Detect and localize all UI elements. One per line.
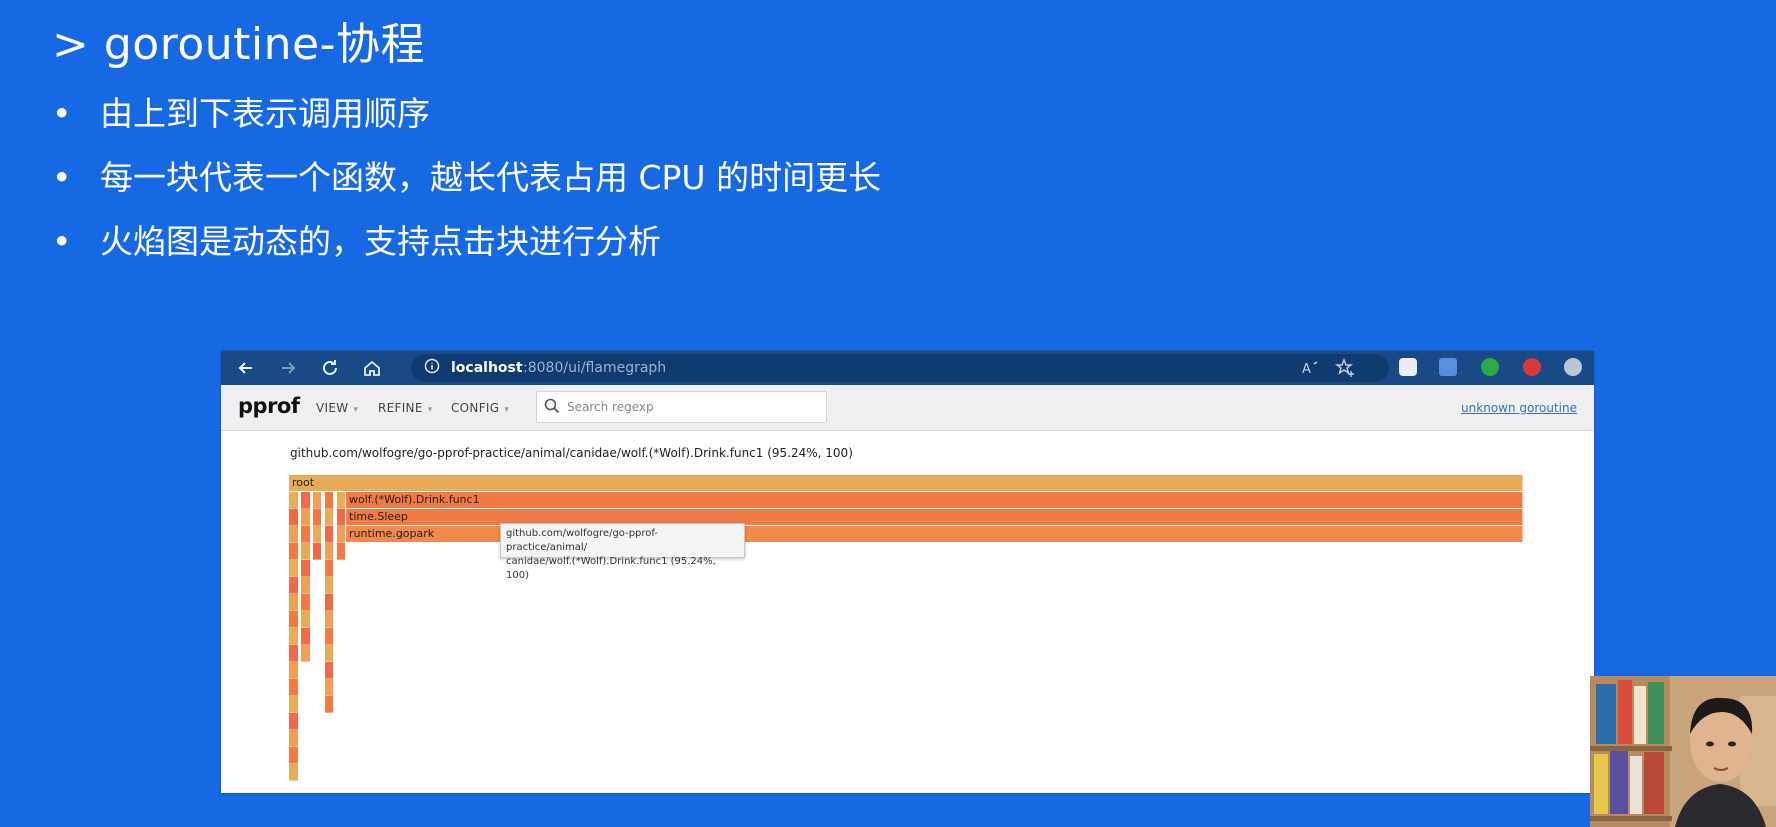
flame-stack-frame[interactable] [313,509,321,526]
flamegraph-header: github.com/wolfogre/go-pprof-practice/an… [290,446,853,460]
search-icon [544,398,560,414]
tooltip-line: canidae/wolf.(*Wolf).Drink.func1 (95.24%… [506,556,716,581]
flame-stack-frame[interactable] [289,713,298,730]
bullet-dot: • [52,222,72,261]
flame-stack-frame[interactable] [325,645,333,662]
presenter-webcam [1590,676,1776,827]
menu-view[interactable]: VIEW ▾ [316,401,358,415]
flame-stack-frame[interactable] [301,526,310,543]
flame-stack-frame[interactable] [325,492,333,509]
flame-stack-frame[interactable] [325,679,333,696]
flame-stack-frame[interactable] [289,526,298,543]
arrow-left-icon[interactable] [235,357,257,379]
flame-stack-frame[interactable] [325,577,333,594]
info-icon[interactable] [423,357,441,375]
flame-stack-frame[interactable] [325,543,333,560]
extension-icon[interactable] [1523,358,1541,376]
flame-stack-frame[interactable] [325,628,333,645]
flame-stack-frame[interactable] [337,526,345,543]
bullet-dot: • [52,158,72,197]
flame-stack-frame[interactable] [289,492,298,509]
flame-stack-frame[interactable] [289,747,298,764]
chevron-down-icon: ▾ [353,405,359,415]
frame-root[interactable]: root [289,475,1523,491]
star-plus-icon[interactable] [1335,357,1357,379]
url-host: localhost [451,360,523,376]
flame-stack-frame[interactable] [289,543,298,560]
flame-stack-frame[interactable] [289,560,298,577]
extension-icon[interactable] [1481,358,1499,376]
bullet-dot: • [52,94,72,133]
menu-label: CONFIG [451,401,500,415]
flame-stack-frame[interactable] [325,594,333,611]
flame-stack-frame[interactable] [301,543,310,560]
pprof-header: pprof VIEW ▾ REFINE ▾ CONFIG ▾ unknown goro… [221,385,1594,431]
extension-icon[interactable] [1564,358,1582,376]
arrow-right-icon[interactable] [277,357,299,379]
flame-stack-frame[interactable] [301,628,310,645]
menu-refine[interactable]: REFINE ▾ [378,401,433,415]
tooltip-line: github.com/wolfogre/go-pprof-practice/an… [506,528,658,553]
flame-stack-frame[interactable] [325,611,333,628]
svg-text:A: A [1302,362,1311,377]
flame-stack-frame[interactable] [289,611,298,628]
bullet-text: 由上到下表示调用顺序 [100,94,430,133]
browser-toolbar: localhost :8080/ui/flamegraph A [221,351,1594,385]
slide-title: > goroutine-协程 [52,19,425,70]
flame-stack-frame[interactable] [301,509,310,526]
frame-drink-func[interactable]: wolf.(*Wolf).Drink.func1 [346,492,1523,508]
flame-stack-frame[interactable] [289,628,298,645]
menu-label: REFINE [378,401,423,415]
flame-stack-frame[interactable] [325,560,333,577]
flame-stack-frame[interactable] [289,730,298,747]
extension-icon[interactable] [1399,358,1417,376]
frame-tooltip: github.com/wolfogre/go-pprof-practice/an… [500,523,745,581]
flame-stack-frame[interactable] [301,594,310,611]
flame-stack-frame[interactable] [313,492,321,509]
flame-stack-frame[interactable] [289,594,298,611]
flame-stack-frame[interactable] [301,492,310,509]
chevron-down-icon: ▾ [427,405,433,415]
flame-stack-frame[interactable] [313,543,321,560]
bullet-text: 火焰图是动态的，支持点击块进行分析 [100,222,661,261]
flame-stack-frame[interactable] [313,526,321,543]
browser-window: localhost :8080/ui/flamegraph A pprof VI… [221,351,1594,793]
flame-stack-frame[interactable] [289,679,298,696]
flame-stack-frame[interactable] [325,696,333,713]
flame-stack-frame[interactable] [325,526,333,543]
flame-stack-frame[interactable] [325,509,333,526]
profile-link[interactable]: unknown goroutine [1461,401,1577,415]
bullet-text: 每一块代表一个函数，越长代表占用 CPU 的时间更长 [100,158,882,197]
url-path: :8080/ui/flamegraph [523,360,667,376]
menu-config[interactable]: CONFIG ▾ [451,401,509,415]
flame-stack-frame[interactable] [289,662,298,679]
menu-label: VIEW [316,401,349,415]
chevron-down-icon: ▾ [504,405,510,415]
flame-stack-frame[interactable] [301,611,310,628]
flame-stack-frame[interactable] [301,645,310,662]
flame-stack-frame[interactable] [337,543,345,560]
search-box [536,391,827,423]
flame-stack-frame[interactable] [301,560,310,577]
search-input[interactable] [565,396,821,418]
flame-stack-frame[interactable] [337,509,345,526]
extension-icon[interactable] [1439,358,1457,376]
read-aloud-icon[interactable]: A [1299,357,1321,379]
flame-stack-frame[interactable] [289,645,298,662]
home-icon[interactable] [361,357,383,379]
flame-stack-frame[interactable] [325,662,333,679]
flame-stack-frame[interactable] [337,492,345,509]
flame-stack-frame[interactable] [289,509,298,526]
address-bar[interactable]: localhost :8080/ui/flamegraph A [411,354,1389,382]
refresh-icon[interactable] [319,357,341,379]
flame-stack-frame[interactable] [289,577,298,594]
pprof-logo: pprof [238,394,300,418]
flame-stack-frame[interactable] [301,577,310,594]
flame-stack-frame[interactable] [289,696,298,713]
flame-stack-frame[interactable] [289,764,298,781]
